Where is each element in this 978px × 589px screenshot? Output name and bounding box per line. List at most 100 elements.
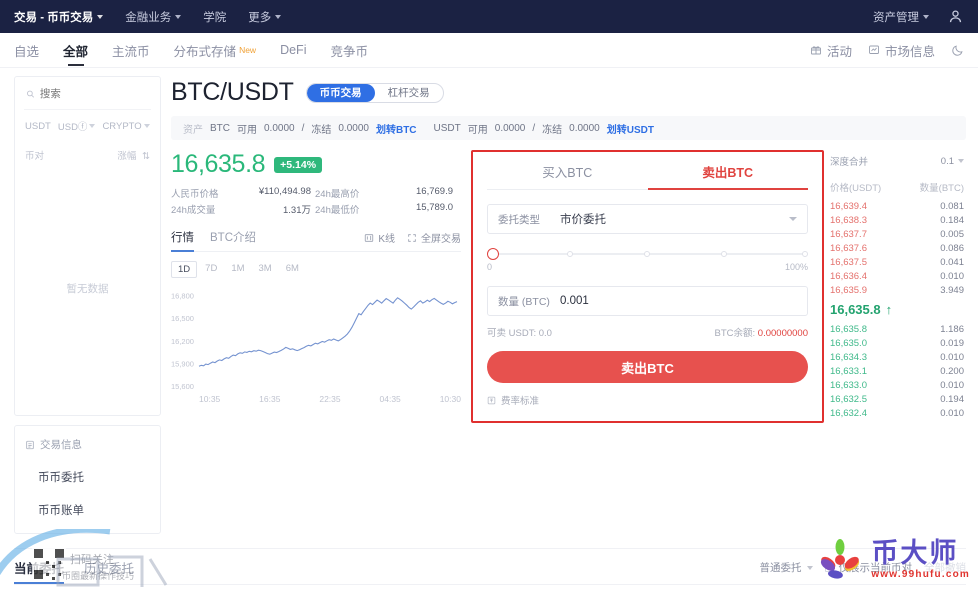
activity-link[interactable]: 活动 xyxy=(810,41,852,60)
last-price: 16,635.8 xyxy=(171,150,266,178)
secondary-navigation-bar: 自选 全部 主流币 分布式存储 New DeFi 竞争币 活动 市场信息 xyxy=(0,33,978,68)
order-book-row[interactable]: 16,635.0 0.019 xyxy=(828,336,966,350)
order-book-price: 16,633.1 xyxy=(830,365,867,377)
topnav-item-label: 金融业务 xyxy=(125,11,172,24)
fullscreen-button[interactable]: 全屏交易 xyxy=(407,230,461,245)
topnav-item-finance[interactable]: 金融业务 xyxy=(125,9,182,25)
search-input[interactable] xyxy=(39,88,149,100)
available-label: 可卖 USDT: 0.0 xyxy=(487,328,552,339)
order-book-row[interactable]: 16,639.4 0.081 xyxy=(828,199,966,213)
tab-btc-intro[interactable]: BTC介绍 xyxy=(210,229,256,251)
amount-input[interactable]: 数量 (BTC) 0.001 xyxy=(487,286,808,316)
subnav-item-altcoins[interactable]: 竞争币 xyxy=(330,33,368,68)
subnav-item-storage[interactable]: 分布式存储 New xyxy=(174,33,257,68)
topnav-item-more[interactable]: 更多 xyxy=(248,9,282,25)
timeframe-3m[interactable]: 3M xyxy=(253,261,278,278)
currency-tab-usdt[interactable]: USDT xyxy=(25,121,51,132)
asset-management-menu[interactable]: 资产管理 xyxy=(873,9,929,25)
price-line: 16,635.8 +5.14% xyxy=(171,150,461,179)
order-book-row[interactable]: 16,638.3 0.184 xyxy=(828,213,966,227)
mode-spot[interactable]: 币币交易 xyxy=(306,83,375,102)
order-book-row[interactable]: 16,636.4 0.010 xyxy=(828,269,966,283)
amount-value: 0.001 xyxy=(560,295,589,307)
order-book-row[interactable]: 16,634.3 0.010 xyxy=(828,350,966,364)
slider-handle[interactable] xyxy=(487,248,499,260)
subnav-item-defi[interactable]: DeFi xyxy=(280,33,306,68)
timeframe-1m[interactable]: 1M xyxy=(225,261,250,278)
trade-info-header: 交易信息 xyxy=(25,437,150,452)
topnav-item-academy[interactable]: 学院 xyxy=(203,9,226,25)
chevron-down-icon xyxy=(958,159,964,163)
mode-margin[interactable]: 杠杆交易 xyxy=(375,84,443,102)
moon-icon[interactable] xyxy=(951,44,964,57)
order-book-row[interactable]: 16,633.1 0.200 xyxy=(828,364,966,378)
slider-tick xyxy=(644,251,651,257)
transfer-btc-link[interactable]: 划转BTC xyxy=(376,121,417,136)
column-header-change[interactable]: 涨幅 ⇅ xyxy=(117,148,150,162)
only-current-pair-checkbox[interactable]: 仅展示当前币对 xyxy=(824,560,912,575)
asset-management-label: 资产管理 xyxy=(873,11,919,24)
order-type-select[interactable]: 委托类型 市价委托 xyxy=(487,204,808,234)
currency-tab-usd[interactable]: USDⓕ xyxy=(58,119,96,133)
user-icon[interactable] xyxy=(947,8,964,25)
order-book-row[interactable]: 16,637.5 0.041 xyxy=(828,255,966,269)
order-book-amount: 0.200 xyxy=(940,365,964,377)
orders-filters: 普通委托 仅展示当前币对 全部撤销 xyxy=(760,560,967,582)
chevron-down-icon xyxy=(275,14,282,19)
kline-button[interactable]: K线 xyxy=(364,230,395,245)
timeframe-1d[interactable]: 1D xyxy=(171,261,198,278)
order-book-headers: 价格(USDT) 数量(BTC) xyxy=(828,168,966,199)
order-book-row[interactable]: 16,637.7 0.005 xyxy=(828,227,966,241)
tab-history-orders[interactable]: 历史委托 xyxy=(84,558,134,584)
subnav-item-all[interactable]: 全部 xyxy=(63,33,88,68)
tab-sell-btc[interactable]: 卖出BTC xyxy=(647,162,809,190)
market-info-link[interactable]: 市场信息 xyxy=(868,41,935,60)
asset-sep: / xyxy=(301,122,305,134)
tab-quotes[interactable]: 行情 xyxy=(171,229,194,252)
order-type-filter[interactable]: 普通委托 xyxy=(760,560,813,575)
sidebar-link-spot-bills[interactable]: 币币账单 xyxy=(25,502,150,518)
activity-label: 活动 xyxy=(826,44,852,59)
order-book-row[interactable]: 16,635.9 3.949 xyxy=(828,283,966,297)
depth-merge-value: 0.1 xyxy=(940,155,954,167)
fullscreen-label: 全屏交易 xyxy=(421,234,461,245)
currency-tab-crypto[interactable]: CRYPTO xyxy=(102,121,150,132)
market-sidebar: USDT USDⓕ CRYPTO 币对 涨幅 ⇅ 暂无数据 xyxy=(14,76,161,534)
mid-section: 16,635.8 +5.14% 人民币价格 ¥110,494.98 24h最高价… xyxy=(171,150,966,423)
fee-standard-link[interactable]: 费率标准 xyxy=(487,393,808,407)
gift-icon xyxy=(811,46,821,55)
trade-mode-switch: 币币交易 杠杆交易 xyxy=(305,82,444,103)
sell-button[interactable]: 卖出BTC xyxy=(487,351,808,383)
topnav-item-trade[interactable]: 交易 - 币币交易 xyxy=(14,9,104,25)
timeframe-7d[interactable]: 7D xyxy=(199,261,223,278)
transfer-usdt-link[interactable]: 划转USDT xyxy=(607,121,654,136)
order-book-price: 16,632.4 xyxy=(830,407,867,419)
order-book-price: 16,637.7 xyxy=(830,228,867,240)
order-book-row[interactable]: 16,635.8 1.186 xyxy=(828,322,966,336)
slider-tick xyxy=(567,251,574,257)
subnav-item-label: 分布式存储 xyxy=(173,44,237,59)
order-book-row[interactable]: 16,633.0 0.010 xyxy=(828,378,966,392)
fee-icon xyxy=(487,396,496,404)
order-book-amount: 0.010 xyxy=(940,351,964,363)
order-book-amount: 1.186 xyxy=(940,323,964,335)
tab-buy-btc[interactable]: 买入BTC xyxy=(487,162,648,189)
amount-slider[interactable] xyxy=(487,248,808,260)
order-book-amount: 0.010 xyxy=(940,270,964,282)
sidebar-link-spot-orders[interactable]: 币币委托 xyxy=(25,469,150,485)
chevron-down-icon xyxy=(97,14,104,19)
order-book-row[interactable]: 16,632.5 0.194 xyxy=(828,392,966,406)
cancel-all-button[interactable]: 全部撤销 xyxy=(924,560,966,575)
order-book-row[interactable]: 16,632.4 0.010 xyxy=(828,406,966,420)
subnav-item-favorites[interactable]: 自选 xyxy=(14,33,39,68)
asset-base-symbol: BTC xyxy=(210,122,230,134)
candlestick-icon xyxy=(365,233,374,242)
subnav-item-mainstream[interactable]: 主流币 xyxy=(112,33,150,68)
order-book-row[interactable]: 16,637.6 0.086 xyxy=(828,241,966,255)
tab-current-orders[interactable]: 当前委托 xyxy=(14,558,65,584)
depth-merge-select[interactable]: 0.1 xyxy=(941,156,964,167)
asset-quote-avail-value: 0.0000 xyxy=(494,122,526,134)
timeframe-6m[interactable]: 6M xyxy=(280,261,305,278)
chevron-down-icon xyxy=(175,14,182,19)
market-info-label: 市场信息 xyxy=(884,44,935,59)
